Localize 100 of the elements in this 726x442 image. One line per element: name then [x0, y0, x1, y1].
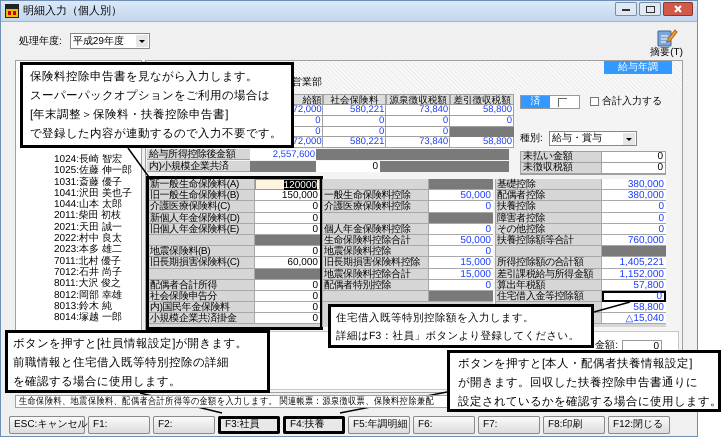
table-cell: 58,800 — [450, 105, 514, 116]
table-cell: 0 — [450, 116, 514, 127]
table-cell: 58,800 — [450, 137, 514, 148]
function-key-button[interactable]: F2: — [153, 416, 215, 434]
amount-field: 2,557,600 — [250, 149, 316, 160]
callout: ボタンを押すと[社員情報設定]が開きます。 前職情報と住宅借入既等特別控除の詳細 を確認する場合に使用します。 — [5, 330, 270, 393]
callout: 住宅借入既等特別控除額を入力します。 詳細はF3：社員」ボタンより登録してください。 — [328, 304, 594, 348]
employee-item[interactable]: 8013:鈴木 純 — [54, 300, 141, 312]
amount-field[interactable]: 1,152,000 — [602, 268, 666, 280]
row-label: 障害者控除 — [496, 212, 602, 224]
row-label: 旧長期損害保険料(C) — [149, 257, 255, 268]
function-key-button[interactable]: ESC:キャンセル — [9, 416, 85, 434]
column-header: 社会保険料 — [322, 94, 386, 105]
employee-item[interactable]: 8012:岡部 幸雄 — [54, 290, 141, 301]
amount-field[interactable]: 0 — [429, 224, 493, 235]
row-label: 一般生命保険料控除 — [323, 190, 429, 202]
amount-field[interactable]: 0 — [255, 280, 320, 291]
amount-field[interactable]: 0 — [255, 290, 320, 302]
type-select[interactable]: 給与・賞与 — [548, 131, 637, 146]
row-label: 内)小規模企業共済 — [147, 161, 250, 172]
amount-field[interactable]: 15,000 — [429, 257, 493, 268]
shaded-cell — [255, 234, 320, 246]
amount-field[interactable]: 0 — [255, 313, 320, 324]
function-key-button[interactable]: F12:閉じる — [608, 416, 670, 434]
employee-item[interactable]: 2022:村中 良太 — [54, 233, 141, 244]
row-label: 個人年金保険料控除 — [323, 224, 429, 235]
table-cell: 0 — [386, 116, 450, 127]
amount-field[interactable]: 0 — [602, 290, 666, 302]
amount-field[interactable]: 0 — [602, 152, 665, 163]
employee-item[interactable]: 2023:本多 雄二 — [54, 244, 141, 256]
row-label: 地震保険料控除合計 — [323, 268, 429, 280]
maximize-icon — [646, 6, 654, 12]
table-cell: 580,221 — [322, 105, 386, 116]
function-key-button[interactable]: F1: — [88, 416, 150, 434]
employee-item[interactable]: 1044:山本 太郎 — [54, 199, 141, 210]
row-label: その他控除 — [496, 224, 602, 235]
function-key-button[interactable]: F3:社員 — [218, 416, 280, 434]
function-key-button[interactable]: F7: — [478, 416, 540, 434]
department-label: 営業部 — [292, 77, 322, 89]
amount-field[interactable]: 50,000 — [429, 190, 493, 202]
amount-field[interactable]: 0 — [602, 162, 665, 174]
summary-button[interactable]: 摘要(T) — [650, 27, 683, 59]
row-label: 住宅借入金等控除額 — [496, 290, 602, 302]
function-key-button[interactable]: F5:年調明細 — [348, 416, 410, 434]
employee-item[interactable]: 1041:沢田 美也子 — [54, 188, 141, 200]
amount-field[interactable]: 0 — [429, 246, 493, 258]
amount-field[interactable]: 0 — [255, 224, 320, 235]
amount-field[interactable]: 50,000 — [429, 234, 493, 246]
amount-field[interactable]: 0 — [255, 201, 320, 213]
row-label: 配偶者控除 — [496, 190, 602, 202]
amount-field[interactable]: 58,800 — [602, 302, 666, 314]
amount-field[interactable]: 380,000 — [602, 190, 666, 202]
total-input-checkbox[interactable] — [590, 97, 599, 106]
function-key-button[interactable]: F8:印刷 — [543, 416, 605, 434]
amount-field[interactable]: 1,405,221 — [602, 257, 666, 268]
employee-item[interactable]: 7012:石井 尚子 — [54, 266, 141, 278]
amount-field[interactable]: 120000 — [255, 179, 320, 190]
amount-field[interactable]: 380,000 — [602, 179, 666, 190]
amount-field[interactable]: △15,040 — [602, 313, 666, 324]
shaded-cell — [602, 246, 666, 258]
table-cell: 72,000 — [292, 105, 323, 116]
column-header: 源泉徴収税額 — [386, 94, 450, 105]
amount-field[interactable]: 0 — [429, 201, 493, 213]
maximize-button[interactable] — [639, 2, 661, 16]
amount-field[interactable]: 760,000 — [602, 234, 666, 246]
amount-field[interactable]: 0 — [602, 201, 666, 213]
amount-field[interactable]: 150,000 — [255, 190, 320, 202]
employee-item[interactable]: 8011:大沢 俊之 — [54, 278, 141, 290]
shaded-cell — [429, 212, 493, 224]
amount-field[interactable]: 60,000 — [255, 257, 320, 268]
function-key-button[interactable]: F4:扶養 — [283, 416, 345, 434]
employee-item[interactable]: 8014:塚越 一郎 — [54, 312, 141, 324]
app-icon — [5, 4, 19, 18]
employee-item[interactable]: 1031:斎藤 優子 — [54, 176, 141, 188]
amount-field[interactable]: 0 — [602, 224, 666, 235]
table-cell: 0 — [386, 126, 450, 138]
table-cell: 73,840 — [386, 105, 450, 116]
employee-item[interactable]: 7011:北村 優子 — [54, 256, 141, 267]
year-select[interactable]: 平成29年度 — [70, 33, 150, 49]
amount-field[interactable]: 57,800 — [602, 280, 666, 291]
row-label: 配偶者特別控除 — [323, 280, 429, 291]
table-cell: 580,221 — [322, 137, 386, 148]
function-key-button[interactable]: F6: — [413, 416, 475, 434]
row-label: 新一般生命保険料(A) — [149, 179, 255, 190]
minimize-button[interactable] — [615, 2, 637, 16]
amount-field[interactable]: 0 — [429, 280, 493, 291]
amount-field[interactable]: 0 — [255, 246, 320, 258]
minimize-icon — [622, 8, 630, 10]
amount-field[interactable]: 0 — [316, 161, 380, 172]
employee-item[interactable]: 1024:長崎 智宏 — [54, 154, 141, 166]
callout: 保険料控除申告書を見ながら入力します。 スーパーパックオプションをご利用の場合は [年末調整＞保険料・扶養控除申告書] で登録した内容が連動するので入力不要です。 — [20, 62, 294, 148]
row-label: 差引課税給与所得金額 — [496, 268, 602, 280]
employee-item[interactable]: 1025:佐藤 伸一郎 — [54, 165, 141, 177]
employee-item[interactable]: 2011:柴田 初枝 — [54, 210, 141, 222]
amount-field[interactable]: 0 — [255, 302, 320, 314]
amount-field[interactable]: 15,000 — [429, 268, 493, 280]
amount-field[interactable]: 0 — [602, 212, 666, 224]
employee-item[interactable]: 2021:天田 誠一 — [54, 222, 141, 234]
close-button[interactable] — [663, 2, 693, 16]
amount-field[interactable]: 0 — [255, 212, 320, 224]
